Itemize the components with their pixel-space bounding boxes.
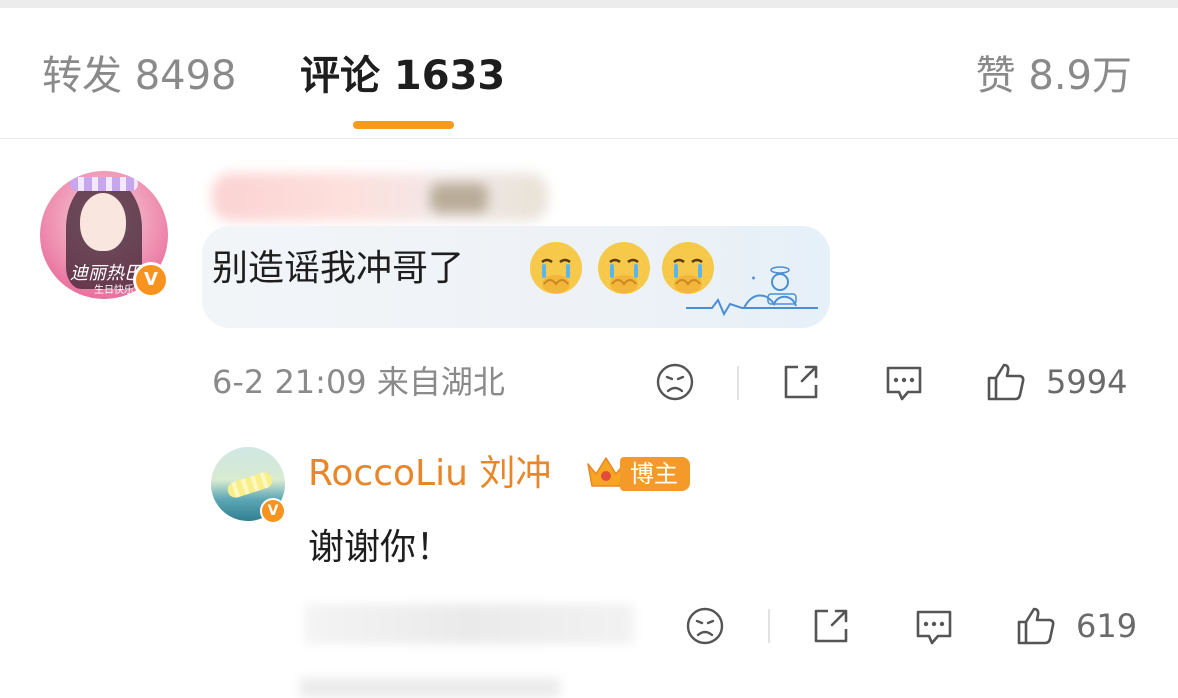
blurred-next-item [300, 678, 560, 698]
active-tab-indicator [353, 121, 454, 129]
avatar-flower-crown [70, 177, 138, 191]
verified-badge-icon: V [133, 262, 169, 298]
tab-likes[interactable]: 赞 8.9万 [976, 52, 1132, 100]
verified-badge-icon: V [260, 498, 286, 524]
cry-emoji-icon [662, 242, 714, 294]
reply-username[interactable]: RoccoLiu 刘冲 [308, 452, 551, 496]
blurred-meta [304, 604, 634, 644]
tab-repost[interactable]: 转发 8498 [42, 52, 237, 100]
like-count: 5994 [1046, 363, 1128, 401]
tab-bar: 转发 8498 评论 1633 赞 8.9万 [0, 8, 1178, 139]
host-badge: 博主 [620, 457, 690, 491]
cry-emoji-icon [530, 242, 582, 294]
like-count: 619 [1076, 607, 1138, 645]
comment-time-location: 6-2 21:09 来自湖北 [212, 363, 505, 401]
blurred-username[interactable] [212, 173, 548, 221]
top-strip [0, 0, 1178, 8]
reply-text: 谢谢你！ [308, 527, 453, 568]
dislike-face-icon[interactable] [685, 606, 725, 646]
reply-comment-icon[interactable] [912, 606, 956, 648]
tab-comments[interactable]: 评论 1633 [300, 52, 505, 100]
comment-text: 别造谣我冲哥了 [212, 248, 465, 289]
action-divider [737, 366, 739, 400]
like-thumb-icon[interactable] [1014, 604, 1058, 648]
share-icon[interactable] [810, 605, 852, 647]
avatar-pool-float [225, 470, 275, 500]
like-thumb-icon[interactable] [984, 360, 1028, 404]
avatar-face [80, 193, 126, 251]
share-icon[interactable] [780, 361, 822, 403]
action-divider [768, 609, 770, 643]
cry-emoji-icon [598, 242, 650, 294]
avatar-subtext: 生日快乐 [94, 285, 134, 296]
reply-comment-icon[interactable] [882, 362, 926, 404]
dislike-face-icon[interactable] [655, 362, 695, 402]
